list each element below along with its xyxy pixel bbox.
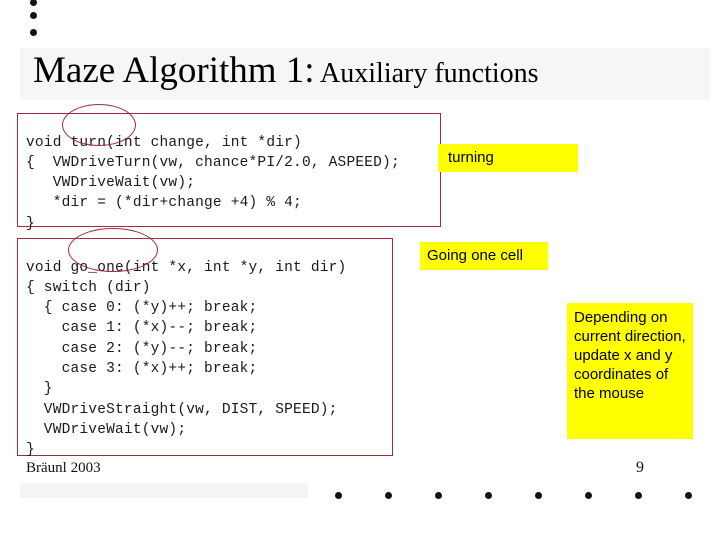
decorative-dot	[685, 492, 692, 499]
decorative-dot	[585, 492, 592, 499]
slide-canvas: Maze Algorithm 1: Auxiliary functions vo…	[0, 0, 720, 540]
decorative-dot	[30, 0, 37, 6]
page-title: Maze Algorithm 1: Auxiliary functions	[33, 52, 539, 89]
callout-going-one-cell: Going one cell	[420, 242, 548, 270]
footer-page-number: 9	[636, 459, 644, 476]
footer-background-band	[20, 483, 308, 498]
decorative-dot	[30, 29, 37, 36]
callout-turning: turning	[438, 144, 578, 172]
decorative-dot	[30, 12, 37, 19]
page-title-main: Maze Algorithm 1:	[33, 50, 315, 91]
page-title-subtitle: Auxiliary functions	[314, 58, 539, 89]
decorative-dot	[485, 492, 492, 499]
code-listing-turn: void turn(int change, int *dir) { VWDriv…	[26, 134, 400, 232]
decorative-dot	[385, 492, 392, 499]
code-listing-go-one: void go_one(int *x, int *y, int dir) { s…	[26, 259, 347, 459]
decorative-dot	[435, 492, 442, 499]
decorative-dot	[635, 492, 642, 499]
callout-depending-on-direction: Depending on current direction, update x…	[567, 303, 693, 439]
decorative-dot	[335, 492, 342, 499]
decorative-dot	[535, 492, 542, 499]
footer-author: Bräunl 2003	[26, 460, 101, 476]
